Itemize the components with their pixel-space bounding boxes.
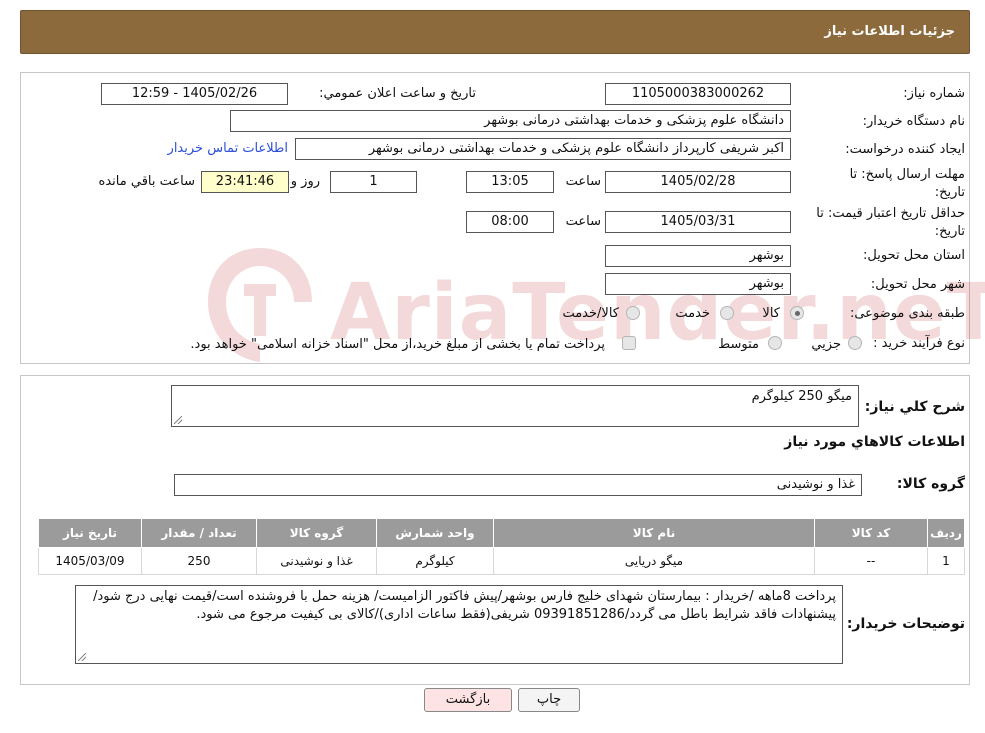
process-note: پرداخت تمام يا بخشی از مبلغ خريد،از محل … xyxy=(190,337,605,352)
col-group: گروه کالا xyxy=(256,518,377,548)
process-medium-label: متوسط xyxy=(718,337,759,352)
category-goods-service-radio[interactable] xyxy=(626,306,640,320)
col-code: کد کالا xyxy=(814,518,928,548)
creator-field: اکبر شریفی کارپرداز دانشگاه علوم پزشکی و… xyxy=(295,138,791,160)
cell-code: -- xyxy=(814,547,928,575)
back-button[interactable]: بازگشت xyxy=(424,688,512,712)
buyer-notes-label: توضيحات خريدار: xyxy=(846,616,965,632)
group-label: گروه کالا: xyxy=(896,476,965,492)
remaining-label: ساعت باقي مانده xyxy=(98,174,195,189)
col-qty: تعداد / مقدار xyxy=(141,518,257,548)
need-number-label: شماره نیاز: xyxy=(903,86,965,101)
need-number-field: 1105000383000262 xyxy=(605,83,791,105)
page-title: جزئیات اطلاعات نیاز xyxy=(824,24,955,39)
remaining-time-field: 23:41:46 xyxy=(201,171,289,193)
process-minor-label: جزيي xyxy=(811,337,841,352)
col-date: تاريخ نياز xyxy=(38,518,142,548)
buyer-notes-text: پرداخت 8ماهه /خریدار : بیمارستان شهدای خ… xyxy=(93,589,836,622)
page-header: جزئیات اطلاعات نیاز xyxy=(20,10,970,54)
days-field: 1 xyxy=(330,171,417,193)
table-header-row: رديف کد کالا نام کالا واحد شمارش گروه کا… xyxy=(38,518,965,548)
col-row: رديف xyxy=(927,518,965,548)
validity-date-field: 1405/03/31 xyxy=(605,211,791,233)
deadline-time-label: ساعت xyxy=(565,174,601,189)
treasury-checkbox[interactable] xyxy=(622,336,636,350)
deadline-time-field: 13:05 xyxy=(466,171,554,193)
creator-label: ايجاد کننده درخواست: xyxy=(845,142,965,157)
category-service-label: خدمت xyxy=(675,306,710,321)
cell-name: میگو دریایی xyxy=(493,547,815,575)
deadline-label: مهلت ارسال پاسخ: تا تاریخ: xyxy=(849,167,965,200)
col-name: نام کالا xyxy=(493,518,815,548)
buyer-org-label: نام دستگاه خريدار: xyxy=(862,114,965,129)
items-table: رديف کد کالا نام کالا واحد شمارش گروه کا… xyxy=(38,518,965,575)
validity-time-field: 08:00 xyxy=(466,211,554,233)
description-label: شرح کلي نياز: xyxy=(864,399,965,415)
cell-row: 1 xyxy=(927,547,965,575)
table-row[interactable]: 1 -- میگو دریایی کیلوگرم غذا و نوشیدنی 2… xyxy=(38,547,965,575)
announce-label: تاریخ و ساعت اعلان عمومي: xyxy=(319,86,476,101)
goods-info-title: اطلاعات کالاهاي مورد نياز xyxy=(784,434,965,450)
cell-group: غذا و نوشیدنی xyxy=(256,547,377,575)
city-field: بوشهر xyxy=(605,273,791,295)
resize-grip-icon[interactable] xyxy=(78,653,86,661)
validity-time-label: ساعت xyxy=(565,214,601,229)
print-button[interactable]: چاپ xyxy=(518,688,580,712)
col-unit: واحد شمارش xyxy=(376,518,494,548)
cell-unit: کیلوگرم xyxy=(376,547,494,575)
buyer-org-field: دانشگاه علوم پزشکی و خدمات بهداشتی درمان… xyxy=(230,110,791,132)
description-textarea[interactable]: میگو 250 کیلوگرم xyxy=(171,385,859,427)
description-text: میگو 250 کیلوگرم xyxy=(751,389,852,404)
cell-date: 1405/03/09 xyxy=(38,547,142,575)
validity-label: حداقل تاريخ اعتبار قيمت: تا تاريخ: xyxy=(816,206,965,239)
announce-field: 1405/02/26 - 12:59 xyxy=(101,83,288,105)
province-field: بوشهر xyxy=(605,245,791,267)
category-label: طبقه بندی موضوعی: xyxy=(849,306,965,321)
process-medium-radio[interactable] xyxy=(768,336,782,350)
days-label: روز و xyxy=(290,174,320,189)
buyer-notes-textarea[interactable]: پرداخت 8ماهه /خریدار : بیمارستان شهدای خ… xyxy=(75,585,843,664)
category-service-radio[interactable] xyxy=(720,306,734,320)
category-goods-service-label: کالا/خدمت xyxy=(562,306,619,321)
deadline-date-field: 1405/02/28 xyxy=(605,171,791,193)
process-label: نوع فرآيند خريد : xyxy=(873,336,965,351)
category-goods-radio[interactable] xyxy=(790,306,804,320)
group-field: غذا و نوشیدنی xyxy=(174,474,862,496)
resize-grip-icon[interactable] xyxy=(174,416,182,424)
buyer-contact-link[interactable]: اطلاعات تماس خريدار xyxy=(168,141,288,156)
province-label: استان محل تحويل: xyxy=(863,248,965,263)
city-label: شهر محل تحويل: xyxy=(870,277,965,292)
category-goods-label: کالا xyxy=(762,306,780,321)
cell-qty: 250 xyxy=(141,547,257,575)
process-minor-radio[interactable] xyxy=(848,336,862,350)
